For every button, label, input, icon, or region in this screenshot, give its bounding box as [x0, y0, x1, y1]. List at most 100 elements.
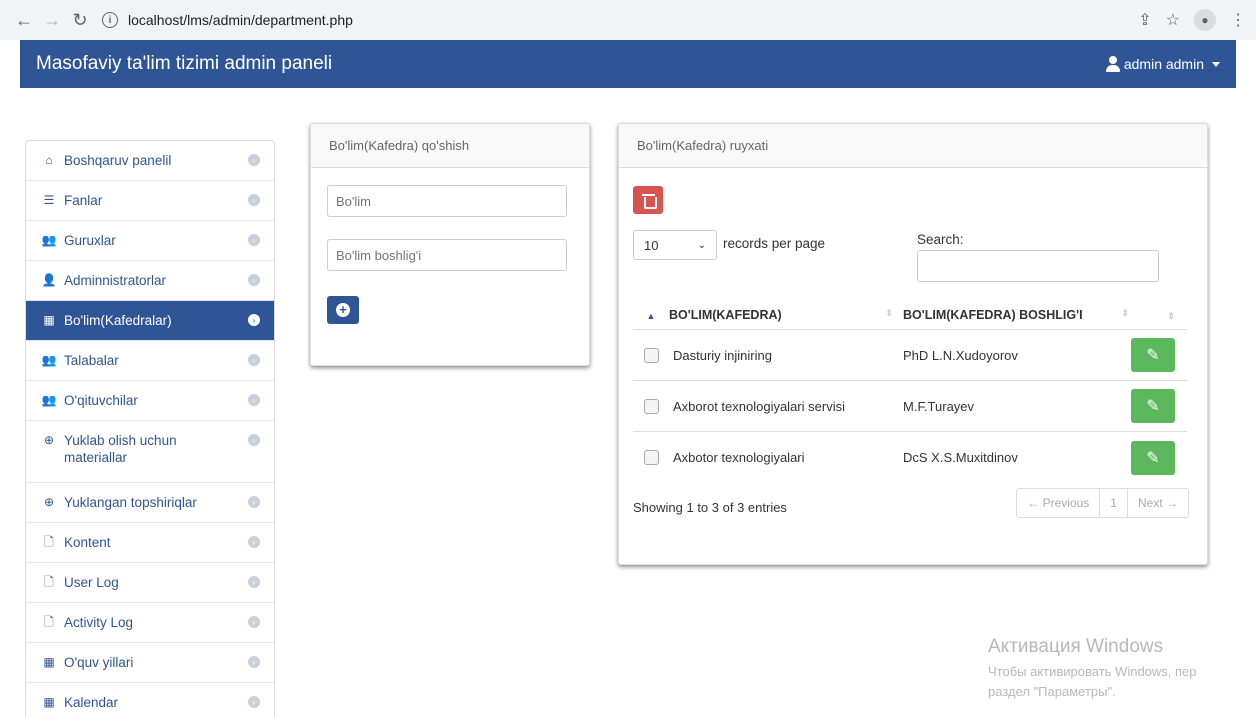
- sidebar-item-calendar[interactable]: ▦ Kalendar ›: [26, 683, 274, 717]
- page-1-button[interactable]: 1: [1099, 489, 1127, 517]
- back-icon[interactable]: ←: [10, 6, 38, 34]
- department-input[interactable]: [327, 185, 567, 217]
- column-header-label: BO'LIM(KAFEDRA) BOSHLIG'I: [903, 307, 1083, 322]
- sidebar-item-downloads[interactable]: ⊕ Yuklab olish uchun materiallar ›: [26, 421, 274, 483]
- sidebar-item-students[interactable]: 👥 Talabalar ›: [26, 341, 274, 381]
- sidebar-item-subjects[interactable]: ☰ Fanlar ›: [26, 181, 274, 221]
- previous-button[interactable]: ← Previous: [1017, 489, 1099, 517]
- watermark-line: Чтобы активировать Windows, пер: [988, 664, 1197, 679]
- sidebar-item-label: Boshqaruv panelil: [64, 153, 172, 168]
- table-row: Dasturiy injiniring PhD L.N.Xudoyorov ✎: [633, 330, 1187, 381]
- group-icon: 👥: [41, 393, 57, 407]
- brand-title[interactable]: Masofaviy ta'lim tizimi admin paneli: [36, 53, 332, 75]
- sidebar-item-label: Adminnistratorlar: [64, 273, 167, 288]
- chevron-right-icon: ›: [248, 354, 260, 366]
- row-checkbox[interactable]: [643, 398, 659, 414]
- chevron-right-icon: ›: [248, 496, 260, 508]
- chevron-right-icon: ›: [248, 656, 260, 668]
- department-head-input[interactable]: [327, 239, 567, 271]
- row-checkbox[interactable]: [643, 450, 659, 465]
- department-cell: Axbotor texnologiyalari: [673, 450, 805, 465]
- chevron-right-icon: ›: [248, 274, 260, 286]
- sidebar-item-label: Guruxlar: [64, 233, 116, 248]
- profile-icon[interactable]: ●: [1194, 9, 1216, 31]
- pencil-icon: ✎: [1146, 347, 1160, 364]
- departments-table: ▲ BO'LIM(KAFEDRA) ⇕ BO'LIM(KAFEDRA) BOSHL…: [633, 300, 1187, 483]
- sidebar-item-label: Kalendar: [64, 695, 119, 710]
- chevron-right-icon: ›: [248, 696, 260, 708]
- panel-title: Bo'lim(Kafedra) ruyxati: [619, 124, 1207, 168]
- trash-icon: [641, 193, 657, 209]
- head-cell: PhD L.N.Xudoyorov: [903, 347, 1018, 363]
- sidebar-item-school-years[interactable]: ▦ O'quv yillari ›: [26, 643, 274, 683]
- sidebar-item-admins[interactable]: 👤 Adminnistratorlar ›: [26, 261, 274, 301]
- chevron-down-icon: ⌄: [697, 239, 706, 251]
- share-icon[interactable]: ⇪: [1138, 10, 1151, 30]
- table-info: Showing 1 to 3 of 3 entries: [633, 500, 787, 515]
- sidebar-item-user-log[interactable]: 🗋 User Log ›: [26, 563, 274, 603]
- plus-circle-icon: +: [336, 303, 350, 317]
- sidebar-item-teachers[interactable]: 👥 O'qituvchilar ›: [26, 381, 274, 421]
- search-input[interactable]: [917, 250, 1159, 282]
- chevron-right-icon: ›: [248, 194, 260, 206]
- sidebar-item-label: Yuklangan topshiriqlar: [64, 495, 197, 510]
- column-header-label: BO'LIM(KAFEDRA): [669, 307, 782, 322]
- add-department-panel: Bo'lim(Kafedra) qo'shish +: [310, 123, 590, 366]
- chevron-right-icon: ›: [248, 314, 260, 326]
- group-icon: 👥: [41, 353, 57, 367]
- records-per-page-value: 10: [644, 237, 659, 253]
- user-menu[interactable]: admin admin: [1105, 56, 1220, 72]
- forward-icon[interactable]: →: [38, 6, 66, 34]
- records-per-page-select[interactable]: 10 ⌄: [633, 230, 717, 260]
- sidebar-item-label: Bo'lim(Kafedralar): [64, 313, 172, 328]
- file-icon: 🗋: [44, 535, 54, 549]
- sort-icon[interactable]: ⇕: [1167, 311, 1175, 321]
- sidebar-item-label: User Log: [64, 575, 119, 590]
- file-icon: 🗋: [44, 575, 54, 589]
- sidebar-item-activity-log[interactable]: 🗋 Activity Log ›: [26, 603, 274, 643]
- add-department-button[interactable]: +: [327, 296, 359, 324]
- table-header: ▲ BO'LIM(KAFEDRA) ⇕ BO'LIM(KAFEDRA) BOSHL…: [633, 300, 1187, 330]
- department-cell: Dasturiy injiniring: [673, 347, 772, 363]
- sort-icon: ⇕: [885, 307, 893, 318]
- edit-button[interactable]: ✎: [1131, 338, 1175, 372]
- sidebar-item-label: Yuklab olish uchun materiallar: [64, 433, 177, 465]
- group-icon: 👥: [41, 233, 57, 247]
- table-row: Axbotor texnologiyalari DcS X.S.Muxitdin…: [633, 432, 1187, 483]
- reload-icon[interactable]: ↻: [66, 6, 94, 34]
- sort-icon: ⇕: [1121, 307, 1129, 318]
- sidebar-item-label: O'qituvchilar: [64, 393, 138, 408]
- edit-button[interactable]: ✎: [1131, 389, 1175, 423]
- bookmark-star-icon[interactable]: ☆: [1166, 10, 1180, 30]
- sidebar-item-label: Fanlar: [64, 193, 103, 208]
- pencil-icon: ✎: [1146, 398, 1160, 415]
- column-header-department[interactable]: BO'LIM(KAFEDRA) ⇕: [669, 308, 899, 322]
- next-button[interactable]: Next →: [1126, 489, 1188, 517]
- browser-toolbar: ← → ↻ i localhost/lms/admin/department.p…: [0, 0, 1256, 40]
- home-icon: ⌂: [45, 153, 53, 167]
- sidebar-item-content[interactable]: 🗋 Kontent ›: [26, 523, 274, 563]
- file-icon: 🗋: [44, 615, 54, 629]
- head-cell: DcS X.S.Muxitdinov: [903, 450, 1018, 465]
- info-icon[interactable]: i: [102, 12, 118, 28]
- address-bar[interactable]: i localhost/lms/admin/department.php: [102, 6, 1138, 34]
- sidebar-item-departments[interactable]: ▦ Bo'lim(Kafedralar) ›: [26, 301, 274, 341]
- department-list-panel: Bo'lim(Kafedra) ruyxati 10 ⌄ records per…: [618, 123, 1208, 565]
- chevron-right-icon: ›: [248, 616, 260, 628]
- sidebar-item-dashboard[interactable]: ⌂ Boshqaruv panelil ›: [26, 141, 274, 181]
- records-per-page-label: records per page: [723, 236, 826, 251]
- sidebar-item-uploads[interactable]: ⊕ Yuklangan topshiriqlar ›: [26, 483, 274, 523]
- upload-icon: ⊕: [43, 495, 55, 509]
- watermark-line: раздел "Параметры".: [988, 684, 1116, 699]
- menu-dots-icon[interactable]: ⋮: [1230, 10, 1246, 30]
- column-header-head[interactable]: BO'LIM(KAFEDRA) BOSHLIG'I ⇕: [899, 308, 1129, 322]
- sort-asc-icon[interactable]: ▲: [647, 311, 656, 321]
- department-cell: Axborot texnologiyalari servisi: [673, 398, 845, 414]
- chevron-right-icon: ›: [248, 536, 260, 548]
- sidebar-item-groups[interactable]: 👥 Guruxlar ›: [26, 221, 274, 261]
- calendar-icon: ▦: [43, 655, 55, 669]
- building-icon: ▦: [43, 313, 55, 327]
- delete-button[interactable]: [633, 186, 663, 214]
- row-checkbox[interactable]: [643, 347, 659, 363]
- edit-button[interactable]: ✎: [1131, 440, 1175, 475]
